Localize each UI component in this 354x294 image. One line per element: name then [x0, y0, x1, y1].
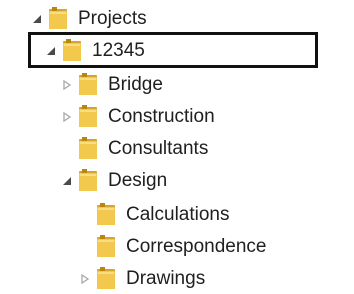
- folder-tree: Projects 12345 Bridge Construction Consu…: [0, 0, 354, 292]
- tree-node-label: Correspondence: [126, 236, 267, 257]
- tree-node-label: Calculations: [126, 204, 230, 225]
- folder-icon: [78, 105, 98, 129]
- collapsed-arrow-icon[interactable]: [60, 78, 74, 92]
- tree-node-calculations[interactable]: Calculations: [78, 200, 230, 230]
- tree-node-drawings[interactable]: Drawings: [78, 264, 205, 294]
- tree-node-correspondence[interactable]: Correspondence: [78, 232, 266, 262]
- tree-node-label: Bridge: [108, 74, 163, 95]
- tree-node-bridge[interactable]: Bridge: [60, 70, 163, 100]
- tree-node-consultants[interactable]: Consultants: [60, 134, 208, 164]
- folder-icon: [78, 137, 98, 161]
- folder-icon: [96, 203, 116, 227]
- expanded-arrow-icon[interactable]: [60, 174, 74, 188]
- tree-node-label: Drawings: [126, 268, 206, 289]
- tree-node-label: Consultants: [108, 138, 209, 159]
- selection-highlight: [28, 32, 318, 68]
- tree-node-design[interactable]: Design: [60, 166, 167, 196]
- folder-icon: [78, 169, 98, 193]
- collapsed-arrow-icon[interactable]: [78, 272, 92, 286]
- folder-icon: [78, 73, 98, 97]
- folder-icon: [96, 235, 116, 259]
- tree-node-label: Construction: [108, 106, 215, 127]
- expanded-arrow-icon[interactable]: [30, 12, 44, 26]
- tree-node-label: Projects: [78, 8, 147, 29]
- folder-icon: [96, 267, 116, 291]
- tree-node-projects[interactable]: Projects: [30, 4, 147, 34]
- tree-node-label: Design: [108, 170, 168, 191]
- folder-icon: [48, 7, 68, 31]
- collapsed-arrow-icon[interactable]: [60, 110, 74, 124]
- tree-node-construction[interactable]: Construction: [60, 102, 215, 132]
